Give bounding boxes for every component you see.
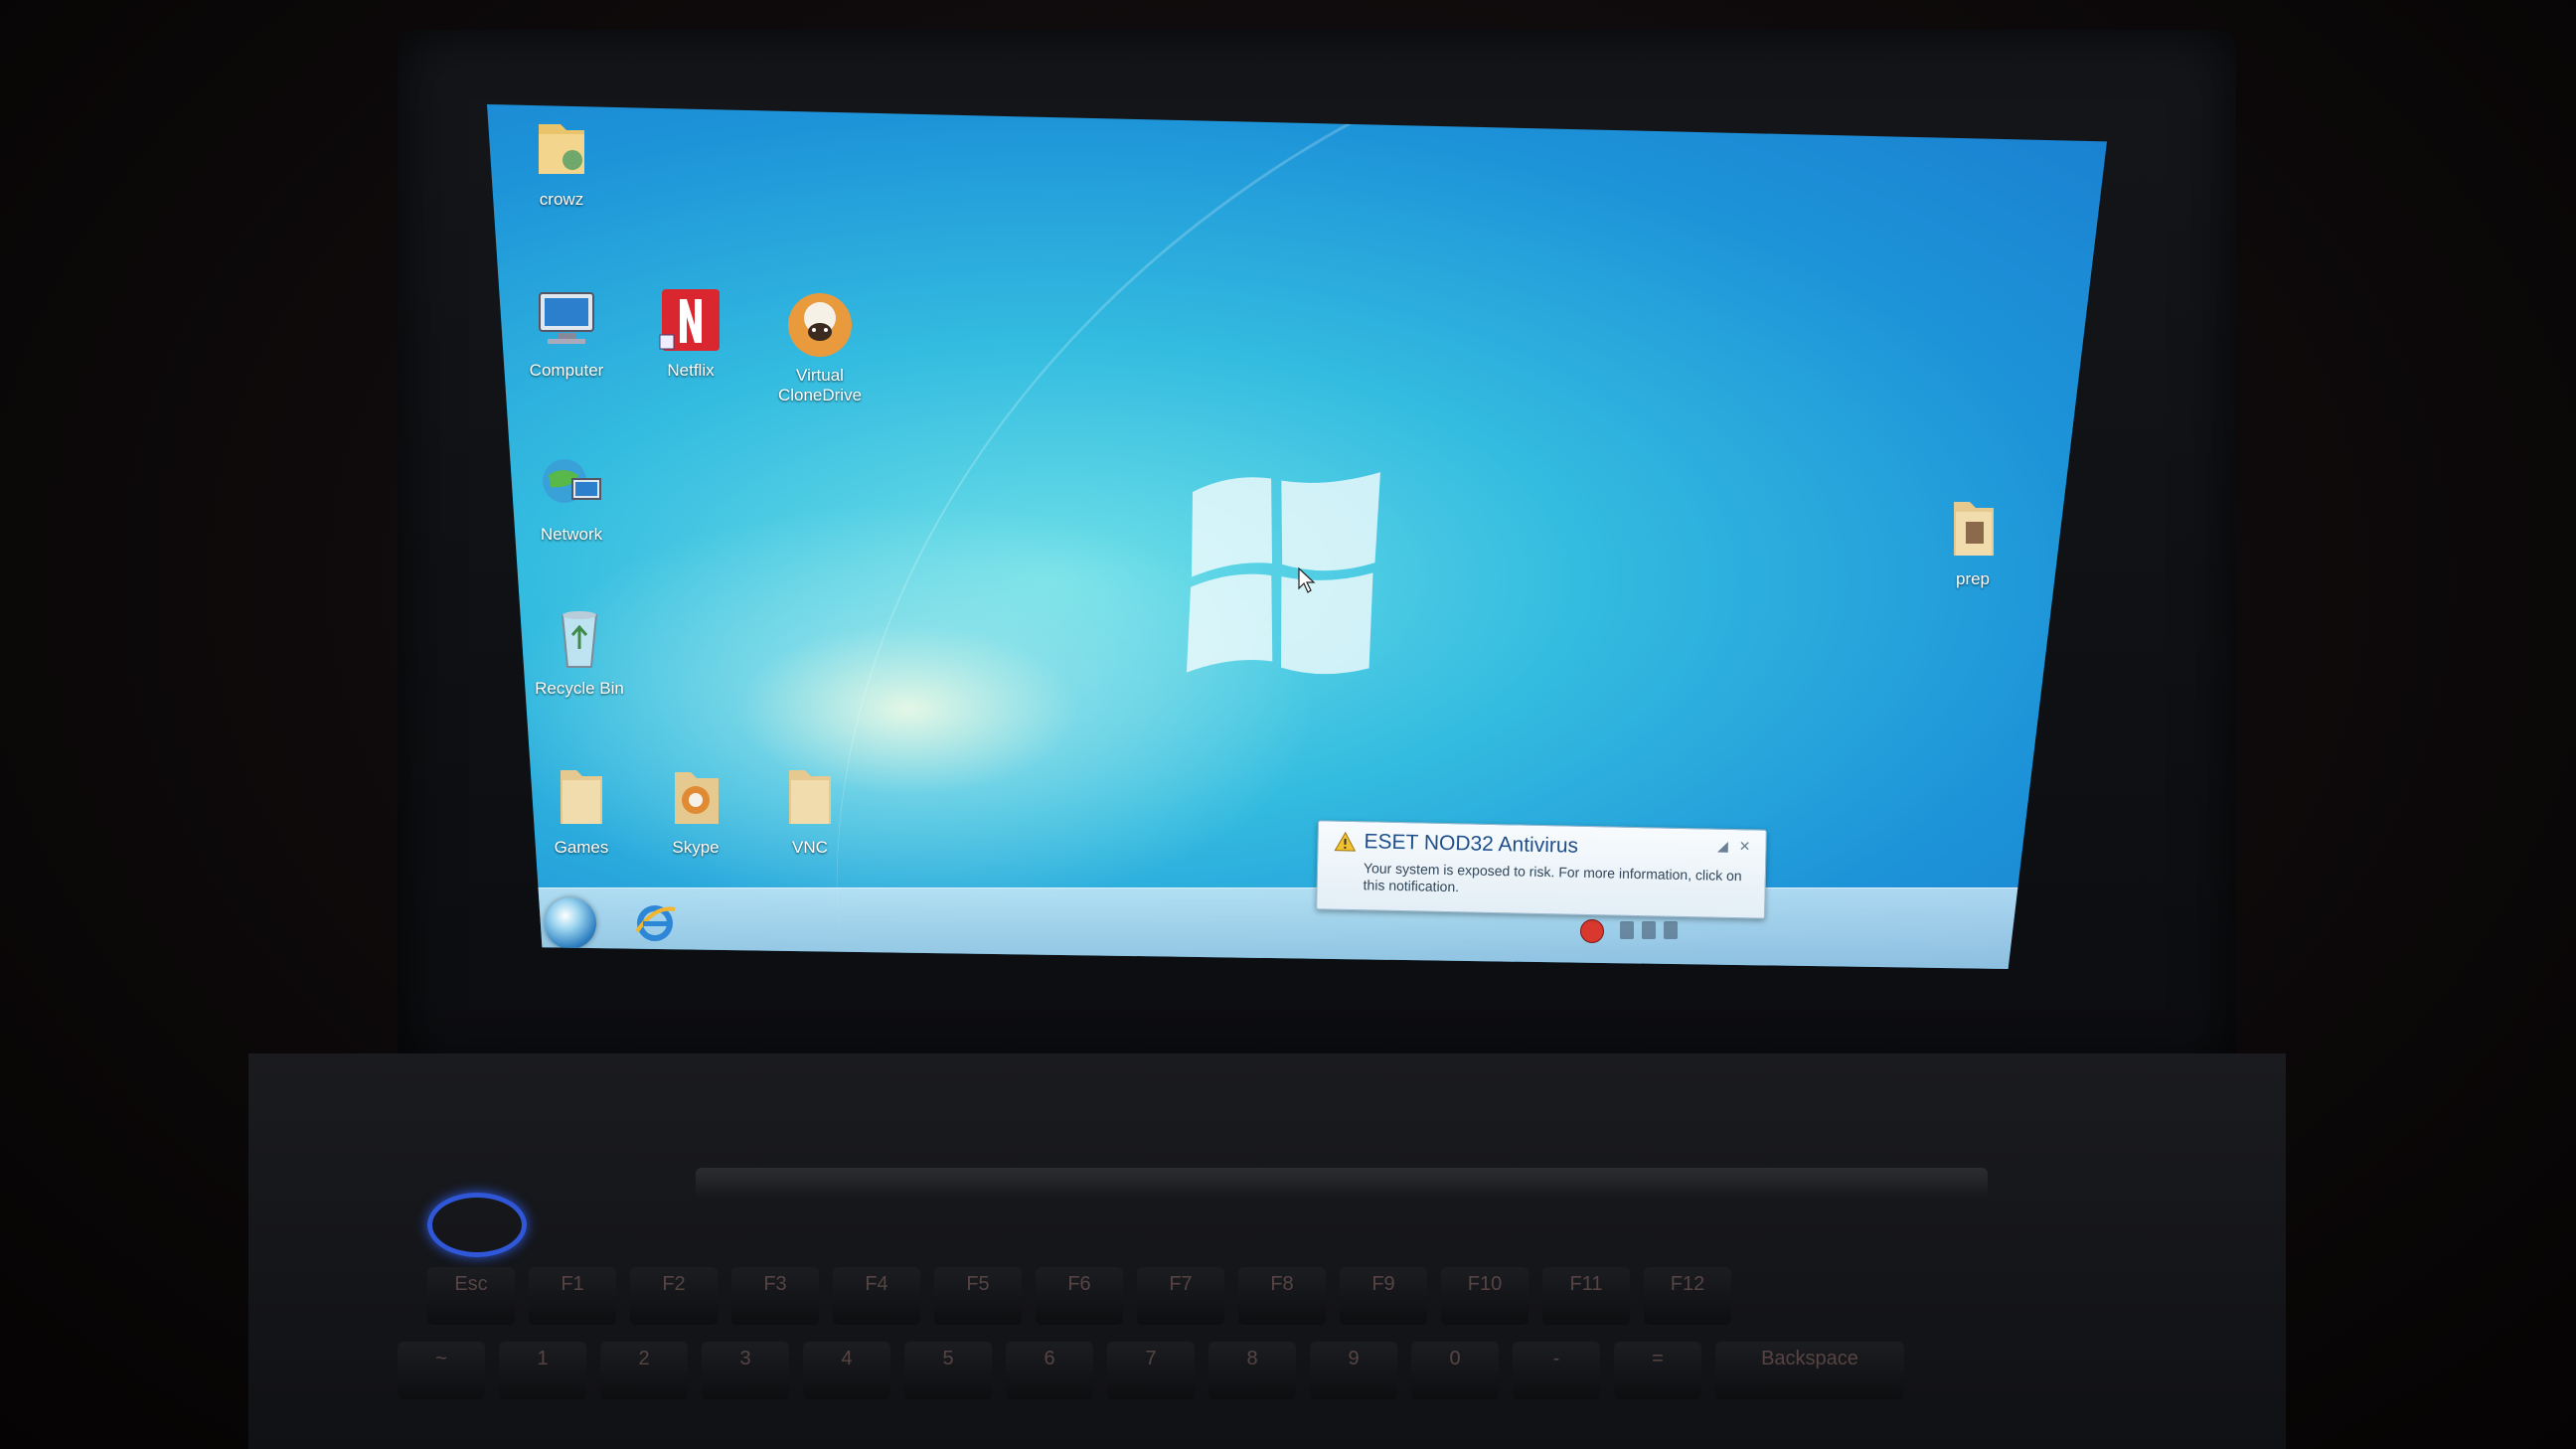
desktop-icon-netflix[interactable]: Netflix (636, 283, 745, 381)
icon-label: VNC (792, 838, 828, 857)
computer-icon (539, 292, 594, 344)
key[interactable]: F12 (1644, 1267, 1731, 1325)
desktop-icon-crowz[interactable]: crowz (507, 112, 616, 210)
notification-close-icon[interactable]: ✕ (1735, 838, 1753, 855)
key[interactable]: Esc (427, 1267, 515, 1325)
function-key-row: Esc F1 F2 F3 F4 F5 F6 F7 F8 F9 F10 F11 F… (427, 1267, 1731, 1325)
notification-title: ESET NOD32 Antivirus (1364, 830, 1579, 858)
folder-icon (1954, 502, 1994, 556)
power-button[interactable] (427, 1193, 527, 1257)
icon-label: crowz (539, 190, 584, 209)
key[interactable]: F3 (731, 1267, 819, 1325)
key[interactable]: 5 (904, 1342, 992, 1399)
recycle-bin-icon (561, 611, 598, 668)
number-key-row: ~ 1 2 3 4 5 6 7 8 9 0 - = Backspace (398, 1342, 1904, 1399)
eset-notification[interactable]: ESET NOD32 Antivirus Your system is expo… (1316, 820, 1767, 919)
desktop-icon-computer[interactable]: Computer (512, 283, 621, 381)
notification-pin-icon[interactable]: ◢ (1713, 838, 1731, 855)
key[interactable]: 8 (1208, 1342, 1296, 1399)
skype-icon (675, 772, 719, 824)
key[interactable]: 0 (1411, 1342, 1499, 1399)
desktop-icon-vnc[interactable]: VNC (755, 760, 865, 858)
tray-flag-icon[interactable] (1620, 921, 1634, 939)
tray-battery-icon[interactable] (1642, 921, 1656, 939)
key[interactable]: 4 (803, 1342, 890, 1399)
key[interactable]: F5 (934, 1267, 1022, 1325)
windows-logo (1186, 472, 1380, 675)
key[interactable]: 3 (702, 1342, 789, 1399)
key[interactable]: 6 (1006, 1342, 1093, 1399)
icon-label: prep (1955, 569, 1991, 588)
key[interactable]: 1 (499, 1342, 586, 1399)
desktop-icon-network[interactable]: Network (517, 447, 626, 545)
key[interactable]: F6 (1036, 1267, 1123, 1325)
desktop-icon-virtual-clonedrive[interactable]: Virtual CloneDrive (755, 288, 885, 405)
folder-icon (789, 770, 831, 824)
key[interactable]: ~ (398, 1342, 485, 1399)
desktop-icon-skype[interactable]: Skype (641, 760, 750, 858)
key[interactable]: F2 (630, 1267, 718, 1325)
icon-label: Netflix (667, 361, 715, 380)
key[interactable]: F7 (1137, 1267, 1224, 1325)
key[interactable]: = (1614, 1342, 1701, 1399)
internet-explorer-icon[interactable] (631, 899, 679, 947)
folder-icon (539, 124, 584, 174)
icon-label: Virtual CloneDrive (777, 366, 863, 404)
network-icon (543, 459, 601, 503)
start-button[interactable] (545, 897, 596, 949)
icon-label: Skype (672, 838, 720, 857)
key[interactable]: - (1513, 1342, 1600, 1399)
desktop-screen: crowz Computer Netflix Virtual CloneDriv… (487, 104, 2107, 969)
key[interactable]: F1 (529, 1267, 616, 1325)
tray-volume-icon[interactable] (1664, 921, 1678, 939)
icon-label: Computer (529, 361, 604, 380)
key[interactable]: 2 (600, 1342, 688, 1399)
desktop-icon-games[interactable]: Games (527, 760, 636, 858)
laptop-hinge (696, 1168, 1988, 1198)
netflix-icon (659, 289, 720, 351)
icon-label: Recycle Bin (535, 679, 624, 698)
icon-label: Games (554, 838, 609, 857)
icon-label: Network (540, 525, 603, 544)
key[interactable]: 9 (1310, 1342, 1397, 1399)
key[interactable]: 7 (1107, 1342, 1195, 1399)
desktop-icon-prep[interactable]: prep (1918, 492, 2027, 589)
key[interactable]: Backspace (1715, 1342, 1904, 1399)
folder-icon (561, 770, 602, 824)
notification-body: Your system is exposed to risk. For more… (1363, 860, 1742, 895)
eset-tray-icon[interactable] (1580, 919, 1604, 943)
key[interactable]: F11 (1542, 1267, 1630, 1325)
key[interactable]: F8 (1238, 1267, 1326, 1325)
key[interactable]: F10 (1441, 1267, 1529, 1325)
key[interactable]: F4 (833, 1267, 920, 1325)
desktop-icon-recycle-bin[interactable]: Recycle Bin (525, 601, 634, 699)
mouse-cursor-icon (1298, 566, 1316, 593)
warning-icon (1334, 831, 1357, 852)
clonedrive-sheep-icon (788, 293, 852, 357)
key[interactable]: F9 (1340, 1267, 1427, 1325)
